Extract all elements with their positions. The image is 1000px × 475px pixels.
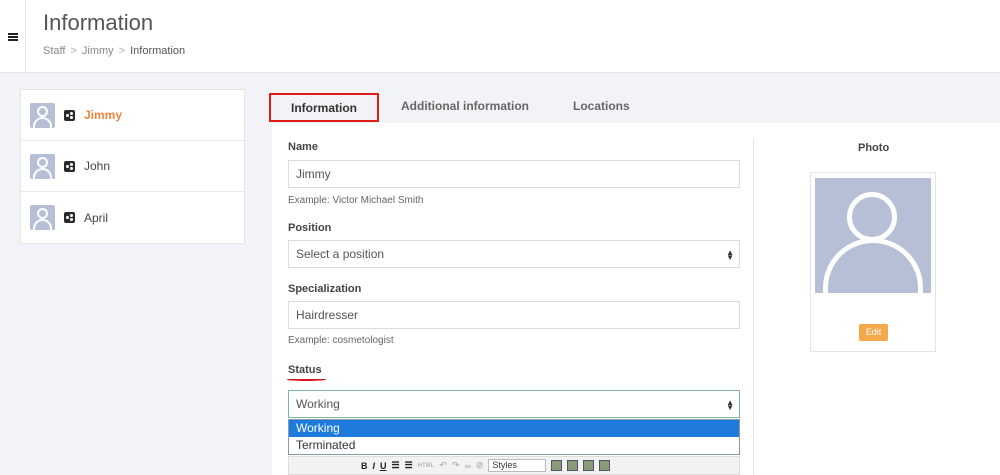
breadcrumb-staff[interactable]: Staff [43,45,65,57]
media-icon[interactable] [599,460,611,471]
bold-button[interactable]: B [361,461,368,471]
html-button[interactable]: HTML [418,463,435,469]
breadcrumb-jimmy[interactable]: Jimmy [82,45,114,57]
select-arrows-icon: ▲ ▼ [726,398,734,412]
share-icon[interactable] [64,160,75,172]
status-dropdown: Working Terminated [288,419,740,455]
status-select[interactable]: Working ▲ ▼ [288,390,740,418]
numbered-list-icon[interactable]: ☰ [405,460,413,471]
share-icon[interactable] [64,109,75,121]
menu-toggle-button[interactable] [0,0,26,73]
bullet-list-icon[interactable]: ☰ [392,460,400,471]
underline-button[interactable]: U [380,461,387,471]
page-title: Information [43,10,154,35]
image-icon[interactable] [551,460,563,471]
share-icon[interactable] [64,212,75,223]
position-select[interactable]: Select a position ▲ ▼ [288,240,740,268]
staff-item-jimmy[interactable]: Jimmy [21,90,244,141]
position-label: Position [288,222,332,234]
avatar [30,102,55,128]
breadcrumb-separator: > [70,45,77,57]
undo-icon[interactable]: ↶ [439,460,447,471]
status-value: Working [296,397,340,411]
select-arrows-icon: ▲ ▼ [726,248,734,262]
breadcrumb-current: Information [130,45,186,57]
name-label: Name [288,141,318,153]
breadcrumb-separator: > [118,45,126,57]
staff-name: April [84,210,109,225]
tab-information[interactable]: Information [269,93,379,122]
tab-additional-information[interactable]: Additional information [401,93,529,123]
photo-title: Photo [858,142,890,154]
top-header: Information Staff > Jimmy > Information [0,0,1000,73]
staff-name: John [84,159,111,173]
breadcrumb: Staff > Jimmy > Information [43,45,185,57]
position-value: Select a position [296,247,385,261]
styles-select[interactable]: Styles [488,459,547,472]
status-label: Status [288,364,322,376]
unlink-icon[interactable]: ⊘ [476,460,484,471]
specialization-input[interactable]: Hairdresser [288,301,740,329]
name-value: Jimmy [296,167,331,181]
staff-name: Jimmy [84,108,123,122]
link-icon[interactable]: ∞ [464,461,470,471]
editor-toolbar: B I U ☰ ☰ HTML ↶ ↷ ∞ ⊘ Styles [288,456,740,475]
paste-icon[interactable] [567,460,579,471]
specialization-hint: Example: cosmetologist [288,335,394,346]
staff-item-april[interactable]: April [21,192,244,243]
hamburger-icon [7,32,18,41]
paste-text-icon[interactable] [583,460,595,471]
redo-icon[interactable]: ↷ [452,460,460,471]
edit-photo-button[interactable]: Edit [859,324,888,341]
specialization-value: Hairdresser [296,308,359,322]
specialization-label: Specialization [288,283,362,295]
staff-list: Jimmy John April [20,89,245,244]
avatar [30,153,55,179]
status-option-terminated[interactable]: Terminated [289,437,739,454]
status-option-working[interactable]: Working [289,420,739,437]
staff-item-john[interactable]: John [21,141,244,192]
profile-photo-placeholder-icon [815,178,931,293]
tab-bar: Information Additional information Locat… [269,93,630,123]
name-input[interactable]: Jimmy [288,160,740,188]
italic-button[interactable]: I [373,461,376,471]
status-underline-annotation [287,378,326,381]
avatar [30,205,55,230]
tab-locations[interactable]: Locations [573,93,630,123]
name-hint: Example: Victor Michael Smith [288,195,424,206]
column-divider [753,138,754,475]
